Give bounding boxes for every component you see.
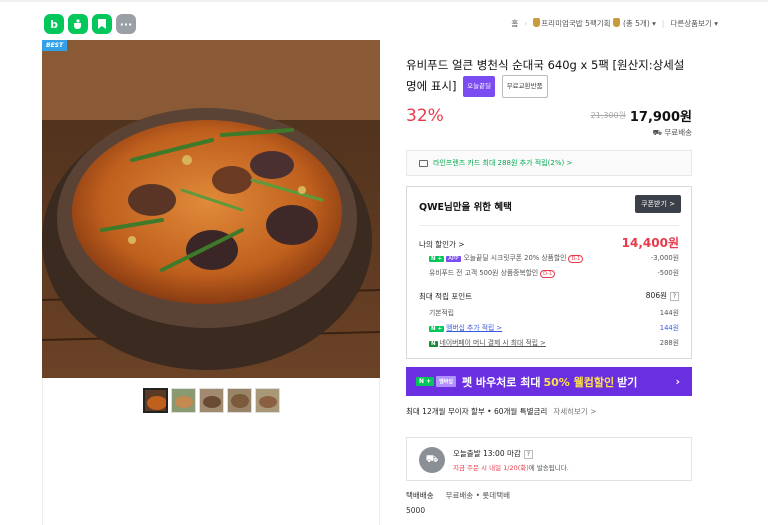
breadcrumb-separator: › bbox=[524, 19, 528, 28]
bookmark-icon[interactable] bbox=[92, 14, 112, 34]
today-deal-tag: 오늘끝딜 bbox=[463, 76, 496, 97]
discount-rate: 32% bbox=[406, 106, 444, 126]
dispatch-note: 지금 주문 시 내일 1/20(화)에 발송됩니다. bbox=[453, 464, 569, 472]
other-products-link[interactable]: 다른상품보기 ▾ bbox=[670, 18, 718, 29]
points-row: 기본적립 144원 bbox=[429, 309, 679, 317]
thumbnail-item[interactable] bbox=[227, 388, 252, 413]
dispatch-cutoff: 오늘출발 13:00 마감? bbox=[453, 448, 533, 459]
installment-info: 최대 12개월 무이자 할부 • 60개월 특별금리 자세히보기 > bbox=[406, 407, 597, 416]
price-row: 32% 21,300원 17,900원 bbox=[406, 104, 692, 128]
product-info: 유비푸드 얼큰 병천식 순대국 640g x 5팩 [원산지:상세설명에 표시]… bbox=[406, 56, 692, 98]
card-benefit-text: 라인프렌즈 카드 최대 288원 추가 적립(2%) > bbox=[433, 159, 573, 167]
get-coupon-button[interactable]: 쿠폰받기 > bbox=[635, 195, 681, 213]
coupon-amount: -500원 bbox=[657, 269, 679, 277]
medal-icon bbox=[533, 18, 541, 27]
medal-icon bbox=[612, 18, 620, 27]
breadcrumb: 홈 › 프리미엄국밥 5팩기획 (총 5개) ▾ | 다른상품보기 ▾ bbox=[511, 18, 718, 29]
thumbnail-item[interactable] bbox=[143, 388, 168, 413]
credit-card-icon bbox=[419, 159, 428, 167]
blog-icon[interactable]: b bbox=[44, 14, 64, 34]
installment-details-link[interactable]: 자세히보기 > bbox=[553, 407, 596, 416]
coupon-amount: -3,000원 bbox=[650, 254, 679, 262]
thumbnail-item[interactable] bbox=[171, 388, 196, 413]
more-icon[interactable]: ··· bbox=[116, 14, 136, 34]
thumbnail-strip bbox=[143, 388, 280, 413]
naver-plus-badge: N + bbox=[429, 256, 445, 262]
product-title: 유비푸드 얼큰 병천식 순대국 640g x 5팩 [원산지:상세설명에 표시]… bbox=[406, 56, 692, 98]
sale-price: 17,900원 bbox=[629, 110, 692, 125]
divider bbox=[419, 225, 679, 226]
naver-plus-badge: N + bbox=[429, 326, 445, 332]
breadcrumb-separator: | bbox=[661, 19, 665, 28]
help-icon[interactable]: ? bbox=[523, 450, 533, 459]
chevron-right-icon: › bbox=[675, 375, 680, 388]
product-main-image[interactable]: BEST bbox=[42, 40, 380, 378]
naverpay-points-link: 네이버페이 머니 결제 시 최대 적립 > bbox=[439, 339, 546, 347]
my-price-label[interactable]: 나의 할인가 > bbox=[419, 239, 465, 250]
coupon-row: N + APP 오늘끝딜 시크릿쿠폰 20% 상품할인 D-1 -3,000원 bbox=[429, 254, 679, 263]
original-price: 21,300원 bbox=[590, 111, 626, 120]
points-total: 806원? bbox=[646, 290, 679, 301]
points-label: 최대 적립 포인트 bbox=[419, 292, 473, 301]
shipping-method: 택배배송 무료배송 • 롯데택배 bbox=[406, 491, 511, 500]
shipping-info: ⛟ 무료배송 bbox=[406, 127, 692, 138]
membership-badge: 멤버십 bbox=[436, 376, 456, 387]
dday-badge: D-1 bbox=[568, 255, 584, 263]
top-border bbox=[0, 0, 768, 2]
coupon-row: 유비푸드 전 고객 500원 상품중복할인 D-1 -500원 bbox=[429, 269, 679, 278]
my-discount-price: 14,400원 bbox=[621, 236, 679, 250]
card-benefit-banner[interactable]: 라인프렌즈 카드 최대 288원 추가 적립(2%) > bbox=[406, 150, 692, 176]
thumbnail-item[interactable] bbox=[255, 388, 280, 413]
points-row: N 네이버페이 머니 결제 시 최대 적립 > 288원 bbox=[429, 339, 679, 347]
free-shipping-label: 무료배송 bbox=[664, 128, 692, 137]
dday-badge: D-1 bbox=[540, 270, 556, 278]
free-return-tag: 무료교환반품 bbox=[501, 75, 548, 98]
shipping-cost: 5000 bbox=[406, 506, 426, 515]
membership-points-link: 멤버십 추가 적립 > bbox=[446, 324, 503, 332]
naver-plus-badge: N + bbox=[416, 377, 435, 386]
app-badge: APP bbox=[446, 256, 461, 262]
breadcrumb-home[interactable]: 홈 bbox=[511, 18, 518, 29]
app-icon-bar: b ··· bbox=[44, 14, 136, 34]
benefit-heading: QWE님만을 위한 혜택 bbox=[419, 202, 512, 213]
thumbnail-item[interactable] bbox=[199, 388, 224, 413]
pet-voucher-promo-banner[interactable]: N + 멤버십 펫 바우처로 최대 50% 웰컴할인 받기 › bbox=[406, 367, 692, 396]
today-dispatch-box: ⛟ 오늘출발 13:00 마감? 지금 주문 시 내일 1/20(화)에 발송됩… bbox=[406, 437, 692, 481]
truck-icon: ⛟ bbox=[419, 447, 445, 473]
points-row: N + 멤버십 추가 적립 > 144원 bbox=[429, 324, 679, 332]
best-badge: BEST bbox=[42, 40, 68, 51]
naver-pay-icon: N bbox=[429, 341, 438, 347]
help-icon[interactable]: ? bbox=[670, 292, 679, 301]
delivery-truck-icon: ⛟ bbox=[652, 128, 662, 137]
benefit-box: QWE님만을 위한 혜택 쿠폰받기 > 나의 할인가 > 14,400원 N +… bbox=[406, 186, 692, 359]
breadcrumb-category[interactable]: 프리미엄국밥 5팩기획 (총 5개) ▾ bbox=[533, 18, 656, 29]
cafe-icon[interactable] bbox=[68, 14, 88, 34]
